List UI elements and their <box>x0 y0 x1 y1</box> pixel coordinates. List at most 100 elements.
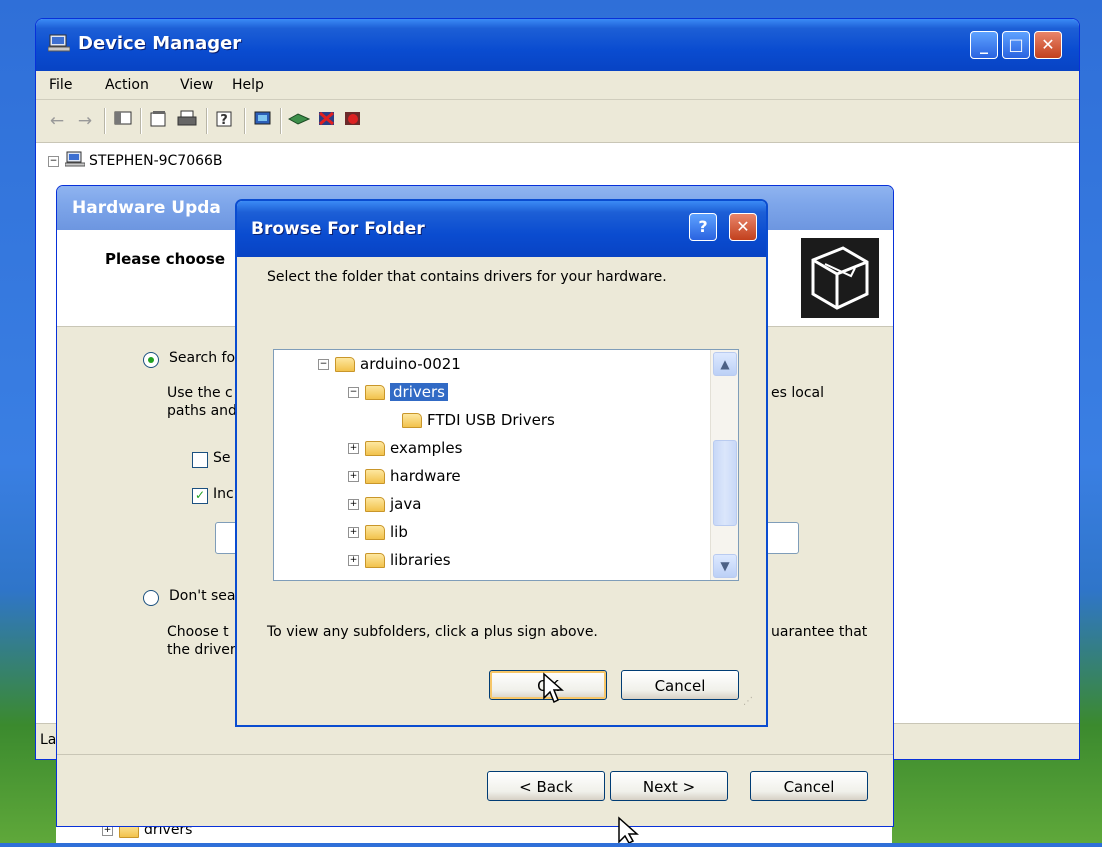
choose-description-line1: Choose t <box>167 624 229 640</box>
tree-label: arduino-0021 <box>360 355 461 373</box>
tree-label: hardware <box>390 467 461 485</box>
search-removable-label: Se <box>213 450 231 466</box>
tree-row-examples[interactable]: + examples <box>348 436 462 460</box>
tree-label: libraries <box>390 551 451 569</box>
expand-icon[interactable]: + <box>348 443 359 454</box>
collapse-icon[interactable]: − <box>348 387 359 398</box>
tree-root-row[interactable]: − STEPHEN-9C7066B <box>48 151 223 171</box>
tree-label: FTDI USB Drivers <box>427 411 555 429</box>
wizard-title: Hardware Upda <box>72 198 221 218</box>
disable-icon[interactable] <box>342 110 364 132</box>
cancel-button[interactable]: Cancel <box>621 670 739 700</box>
next-button[interactable]: Next > <box>610 771 728 801</box>
menu-view[interactable]: View <box>180 77 213 93</box>
help-button[interactable]: ? <box>689 213 717 241</box>
svg-text:?: ? <box>220 113 228 128</box>
tree-row-ftdi[interactable]: FTDI USB Drivers <box>402 408 555 432</box>
scroll-thumb[interactable] <box>713 440 737 526</box>
folder-tree[interactable]: − arduino-0021 − drivers FTDI USB Drivers … <box>273 349 739 581</box>
expand-icon[interactable]: + <box>348 471 359 482</box>
print-icon[interactable] <box>176 110 198 132</box>
choose-description-line2: the driver <box>167 642 236 658</box>
back-arrow-icon[interactable]: ← <box>46 110 68 132</box>
tree-root-label: STEPHEN-9C7066B <box>89 153 223 169</box>
tree-row-java[interactable]: + java <box>348 492 421 516</box>
minimize-button[interactable]: _ <box>970 31 998 59</box>
search-option-label: Search fo <box>169 350 236 366</box>
browse-title: Browse For Folder <box>251 219 425 239</box>
choose-description-right: uarantee that <box>771 624 868 640</box>
include-location-label: Inc <box>213 486 234 502</box>
wizard-footer: < Back Next > Cancel <box>57 754 893 826</box>
device-manager-titlebar[interactable]: Device Manager _ □ ✕ <box>36 19 1079 71</box>
tree-label: lib <box>390 523 408 541</box>
tree-row-lib[interactable]: + lib <box>348 520 408 544</box>
toolbar-separator <box>206 108 208 134</box>
toolbar-separator <box>244 108 246 134</box>
menu-action[interactable]: Action <box>105 77 149 93</box>
scroll-down-icon[interactable]: ▼ <box>713 554 737 578</box>
folder-icon <box>365 441 385 456</box>
search-description-line2: paths and <box>167 403 237 419</box>
menu-file[interactable]: File <box>49 77 72 93</box>
menu-bar: File Action View Help <box>36 71 1079 100</box>
mouse-pointer-icon <box>617 816 639 847</box>
wizard-header-title: Please choose <box>105 250 226 268</box>
browse-for-folder-dialog: Browse For Folder ? ✕ Select the folder … <box>235 199 768 727</box>
folder-icon <box>402 413 422 428</box>
tree-row-arduino[interactable]: − arduino-0021 <box>318 352 461 376</box>
cancel-button[interactable]: Cancel <box>750 771 868 801</box>
search-description-right: es local <box>771 385 824 401</box>
help-icon[interactable]: ? <box>214 110 236 132</box>
folder-icon <box>365 469 385 484</box>
computer-icon <box>47 34 71 52</box>
tree-row-libraries[interactable]: + libraries <box>348 548 451 572</box>
folder-icon <box>365 525 385 540</box>
collapse-icon[interactable]: − <box>48 155 59 167</box>
browse-hint: To view any subfolders, click a plus sig… <box>267 624 598 640</box>
update-driver-icon[interactable] <box>287 110 311 132</box>
collapse-icon[interactable]: − <box>318 359 329 370</box>
toolbar-separator <box>140 108 142 134</box>
close-button[interactable]: ✕ <box>1034 31 1062 59</box>
dont-search-radio[interactable] <box>143 590 159 606</box>
close-button[interactable]: ✕ <box>729 213 757 241</box>
maximize-button[interactable]: □ <box>1002 31 1030 59</box>
folder-icon <box>365 497 385 512</box>
console-tree-icon[interactable] <box>112 110 134 132</box>
scan-hardware-icon[interactable] <box>252 110 274 132</box>
expand-icon[interactable]: + <box>348 555 359 566</box>
search-radio[interactable] <box>143 352 159 368</box>
tree-row-hardware[interactable]: + hardware <box>348 464 461 488</box>
folder-icon <box>365 553 385 568</box>
expand-icon[interactable]: + <box>348 527 359 538</box>
folder-icon <box>335 357 355 372</box>
properties-icon[interactable] <box>148 110 170 132</box>
tree-scrollbar[interactable]: ▲ ▼ <box>710 350 738 580</box>
forward-arrow-icon[interactable]: → <box>74 110 96 132</box>
back-button[interactable]: < Back <box>487 771 605 801</box>
expand-icon[interactable]: + <box>348 499 359 510</box>
resize-grip-icon[interactable]: ⋰ <box>743 697 757 713</box>
toolbar: ← → ? <box>36 100 1079 143</box>
tree-label: java <box>390 495 422 513</box>
search-description-line1: Use the c <box>167 385 233 401</box>
search-removable-checkbox[interactable] <box>192 452 208 468</box>
browse-titlebar[interactable]: Browse For Folder ? ✕ <box>237 201 766 257</box>
scroll-up-icon[interactable]: ▲ <box>713 352 737 376</box>
tree-row-drivers[interactable]: − drivers <box>348 380 448 404</box>
window-title: Device Manager <box>78 33 242 54</box>
toolbar-separator <box>280 108 282 134</box>
tree-label-selected: drivers <box>390 383 448 401</box>
menu-help[interactable]: Help <box>232 77 264 93</box>
hardware-icon <box>801 238 879 318</box>
dont-search-label: Don't sea <box>169 588 236 604</box>
tree-label: examples <box>390 439 463 457</box>
browse-prompt: Select the folder that contains drivers … <box>267 269 667 285</box>
uninstall-icon[interactable] <box>316 110 338 132</box>
open-folder-icon <box>365 385 385 400</box>
toolbar-separator <box>104 108 106 134</box>
include-location-checkbox[interactable]: ✓ <box>192 488 208 504</box>
computer-icon <box>64 151 86 171</box>
mouse-pointer-icon <box>542 672 564 708</box>
